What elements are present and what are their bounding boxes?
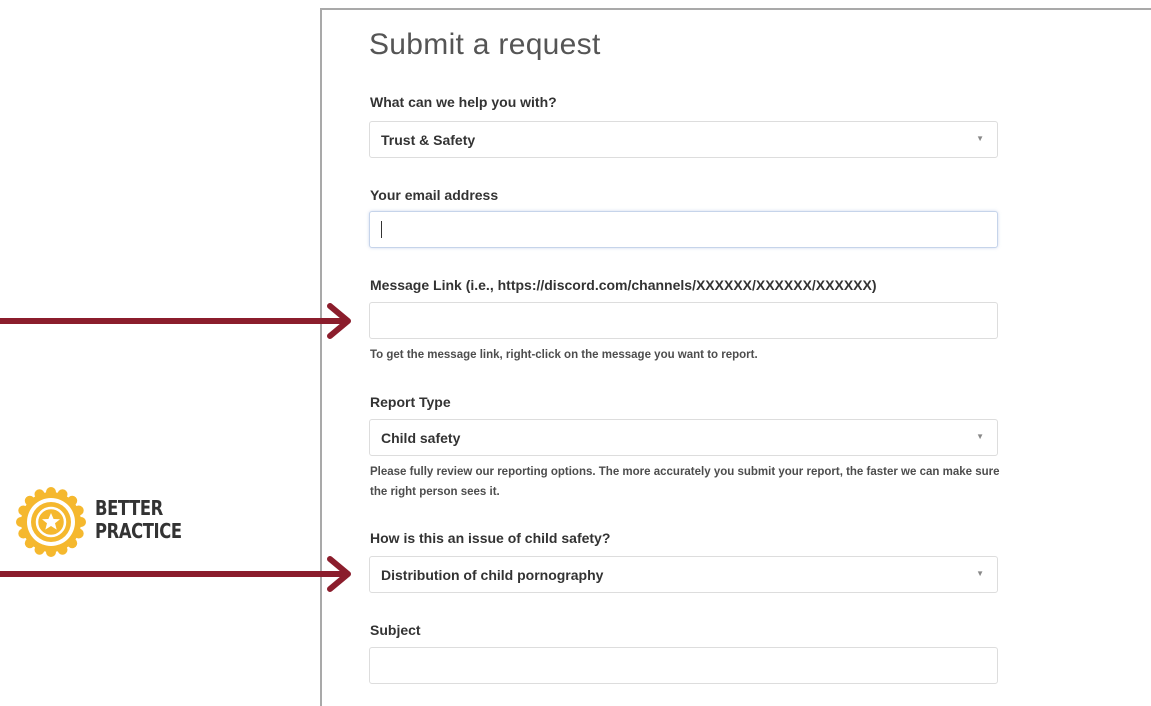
email-label: Your email address [370, 187, 499, 203]
badge-text-line1: BETTER [95, 496, 163, 520]
chevron-down-icon: ▼ [976, 432, 984, 441]
message-link-input[interactable] [369, 302, 998, 339]
help-topic-value: Trust & Safety [381, 132, 476, 148]
screenshot-stage: Submit a request What can we help you wi… [0, 0, 1151, 706]
help-topic-label: What can we help you with? [370, 94, 557, 110]
help-topic-select[interactable]: Trust & Safety ▼ [369, 121, 998, 158]
chevron-down-icon: ▼ [976, 569, 984, 578]
report-type-select[interactable]: Child safety ▼ [369, 419, 998, 456]
child-safety-issue-value: Distribution of child pornography [381, 567, 604, 583]
report-type-hint: Please fully review our reporting option… [370, 466, 1000, 498]
report-type-label: Report Type [370, 394, 451, 410]
text-cursor [381, 221, 382, 238]
child-safety-issue-label: How is this an issue of child safety? [370, 530, 611, 546]
message-link-hint: To get the message link, right-click on … [370, 349, 758, 361]
arrow-child-safety-issue [0, 556, 351, 592]
child-safety-issue-select[interactable]: Distribution of child pornography ▼ [369, 556, 998, 593]
star-medal-icon [16, 487, 86, 557]
message-link-label: Message Link (i.e., https://discord.com/… [370, 277, 877, 293]
arrow-message-link [0, 303, 351, 339]
better-practice-label: BETTER PRACTICE [95, 497, 182, 543]
subject-input[interactable] [369, 647, 998, 684]
badge-text-line2: PRACTICE [95, 519, 182, 543]
chevron-down-icon: ▼ [976, 134, 984, 143]
email-field[interactable] [369, 211, 998, 248]
report-type-value: Child safety [381, 430, 461, 446]
page-title: Submit a request [369, 28, 601, 61]
subject-label: Subject [370, 622, 421, 638]
